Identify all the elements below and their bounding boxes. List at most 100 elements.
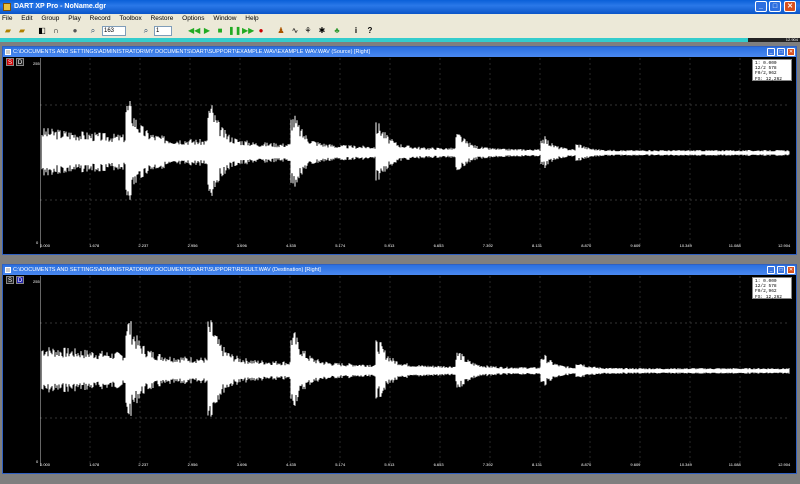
source-s-toggle[interactable]: S [6,58,14,66]
x-tick-label: 4.435 [286,462,297,467]
document-icon [5,49,11,55]
info-icon[interactable]: i [351,26,361,36]
x-tick-label: 0.000 [40,462,51,467]
x-tick-label: 8.131 [532,243,543,248]
menu-help[interactable]: Help [245,15,258,22]
menu-toolbox[interactable]: Toolbox [119,15,141,22]
info-line: FS: 12,262 [755,76,783,82]
x-tick-label: 9.609 [630,243,641,248]
menu-window[interactable]: Window [213,15,236,22]
x-tick-label: 0.000 [40,243,51,248]
x-tick-label: 2.237 [138,243,149,248]
x-tick-label: 6.653 [433,243,444,248]
x-tick-label: 5.913 [384,243,395,248]
x-tick-label: 1.678 [89,462,100,467]
maximize-button[interactable]: □ [769,1,781,12]
x-tick-label: 3.696 [236,462,247,467]
source-window-title-text: C:\DOCUMENTS AND SETTINGS\ADMINISTRATOR\… [13,49,370,55]
x-tick-label: 10.349 [679,462,692,467]
waveform-trace [41,320,790,417]
record-icon[interactable]: ● [256,26,266,36]
x-tick-label: 2.956 [187,462,198,467]
menu-file[interactable]: File [2,15,12,22]
x-tick-label: 2.956 [187,243,198,248]
document-icon [5,267,11,273]
destination-waveform-plot[interactable] [40,276,790,466]
close-button[interactable]: ✕ [784,1,796,12]
source-window-title: C:\DOCUMENTS AND SETTINGS\ADMINISTRATOR\… [3,47,796,57]
y-top-label: 255 [33,279,40,284]
source-waveform-plot[interactable] [40,58,790,248]
x-tick-label: 8.131 [532,462,543,467]
record-level-icon[interactable]: ◧ [37,26,47,36]
zoom-icon[interactable]: ⌕ [88,26,98,36]
filter-icon[interactable]: ⚘ [303,26,313,36]
x-tick-label: 5.174 [335,243,346,248]
x-tick-label: 3.696 [236,243,247,248]
x-tick-label: 2.237 [138,462,149,467]
source-info-box: 1: 0.000 12/2 578 F0/2,962 FS: 12,262 [752,59,792,82]
destination-d-toggle[interactable]: D [16,276,24,284]
waveform-trace [41,101,790,200]
x-tick-label: 6.653 [433,462,444,467]
declick-icon[interactable]: ✱ [317,26,327,36]
help-icon[interactable]: ? [365,26,375,36]
x-tick-label: 11.088 [728,462,741,467]
x-tick-label: 12.904 [778,462,791,467]
destination-waveform-window[interactable]: C:\DOCUMENTS AND SETTINGS\ADMINISTRATOR\… [2,264,797,474]
fast-forward-icon[interactable]: ▶▶ [242,26,254,36]
stop-icon[interactable]: ■ [215,26,225,36]
destination-window-title-text: C:\DOCUMENTS AND SETTINGS\ADMINISTRATOR\… [13,267,321,273]
toolbar: ▰ ▰ ◧ ∩ ● ⌕ 163 ⌕ 1 ◀◀ ▶ ■ ❚❚ ▶▶ ● ♟ ∿ ⚘… [0,24,800,38]
save-icon[interactable]: ▰ [17,26,27,36]
source-d-toggle[interactable]: D [16,58,24,66]
menu-restore[interactable]: Restore [151,15,174,22]
x-tick-label: 5.913 [384,462,395,467]
menu-options[interactable]: Options [182,15,204,22]
source-close-button[interactable]: ✕ [787,48,795,56]
x-tick-label: 12.904 [778,243,791,248]
x-tick-label: 8.870 [581,243,592,248]
play-progress-bar[interactable] [0,38,800,42]
y-bottom-label: 0 [36,240,39,245]
menu-play[interactable]: Play [68,15,81,22]
x-tick-label: 7.392 [482,243,493,248]
open-folder-icon[interactable]: ▰ [3,26,13,36]
tree-icon[interactable]: ♣ [332,26,342,36]
x-tick-label: 5.174 [335,462,346,467]
menu-record[interactable]: Record [90,15,111,22]
app-title: DART XP Pro - NoName.dgr [14,3,107,10]
destination-close-button[interactable]: ✕ [787,266,795,274]
destination-window-title: C:\DOCUMENTS AND SETTINGS\ADMINISTRATOR\… [3,265,796,275]
menu-bar: File Edit Group Play Record Toolbox Rest… [0,14,800,24]
x-tick-label: 11.088 [728,243,741,248]
rewind-icon[interactable]: ◀◀ [188,26,200,36]
tool-icon[interactable]: ♟ [276,26,286,36]
menu-group[interactable]: Group [41,15,59,22]
y-bottom-label: 0 [36,459,39,464]
destination-maximize-button[interactable]: □ [777,266,785,274]
app-icon [3,3,11,11]
channel-field[interactable]: 1 [154,26,172,36]
destination-minimize-button[interactable]: _ [767,266,775,274]
x-tick-label: 9.609 [630,462,641,467]
x-tick-label: 10.349 [679,243,692,248]
stop-circle-icon[interactable]: ● [70,26,80,36]
destination-s-toggle[interactable]: S [6,276,14,284]
progress-fill [0,38,748,42]
menu-edit[interactable]: Edit [21,15,32,22]
progress-time: 12.904 [785,37,798,42]
x-tick-label: 1.678 [89,243,100,248]
zoom-field[interactable]: 163 [102,26,126,36]
x-tick-label: 8.870 [581,462,592,467]
x-tick-label: 7.392 [482,462,493,467]
play-icon[interactable]: ▶ [202,26,212,36]
waveform-icon[interactable]: ∿ [290,26,300,36]
channel-zoom-icon[interactable]: ⌕ [141,26,151,36]
source-maximize-button[interactable]: □ [777,48,785,56]
minimize-button[interactable]: _ [755,1,767,12]
source-waveform-window[interactable]: C:\DOCUMENTS AND SETTINGS\ADMINISTRATOR\… [2,46,797,255]
headphones-icon[interactable]: ∩ [51,26,61,36]
source-minimize-button[interactable]: _ [767,48,775,56]
pause-icon[interactable]: ❚❚ [228,26,241,36]
